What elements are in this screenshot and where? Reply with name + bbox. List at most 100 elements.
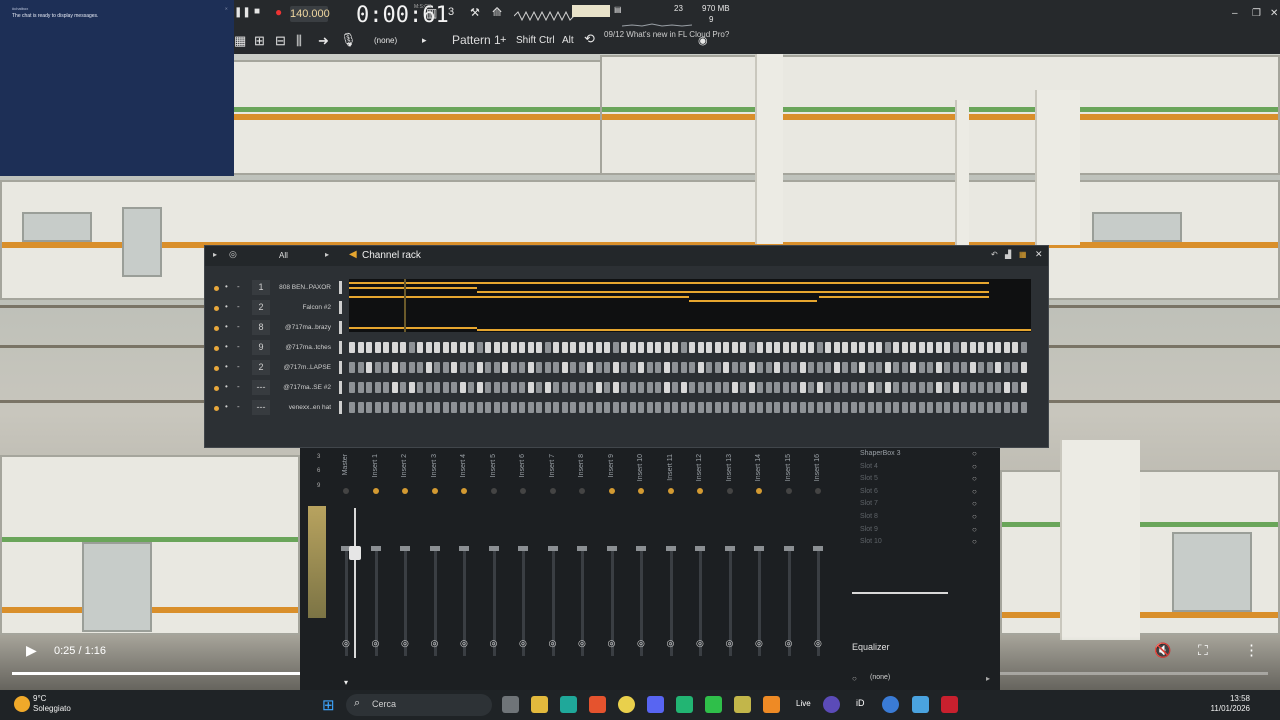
mixer-send-knob[interactable]: [785, 488, 792, 494]
step-button[interactable]: [672, 402, 678, 413]
step-button[interactable]: [663, 362, 670, 373]
channel-pan-icon[interactable]: •: [225, 382, 228, 391]
step-button[interactable]: [689, 342, 695, 353]
step-button[interactable]: [442, 362, 449, 373]
step-button[interactable]: [927, 402, 933, 413]
step-button[interactable]: [774, 402, 780, 413]
step-button[interactable]: [689, 362, 695, 373]
step-button[interactable]: [893, 382, 899, 393]
mixer-fader[interactable]: [547, 546, 558, 551]
channel-volume-icon[interactable]: -: [237, 402, 240, 411]
step-button[interactable]: [706, 342, 712, 353]
step-button[interactable]: [876, 362, 882, 373]
step-button[interactable]: [952, 402, 959, 413]
output-select[interactable]: (none): [870, 674, 890, 681]
step-button[interactable]: [791, 402, 797, 413]
step-button[interactable]: [459, 402, 466, 413]
mixer-effect-slot[interactable]: Slot 4: [860, 463, 878, 470]
mixer-send-knob[interactable]: [667, 488, 674, 494]
step-button[interactable]: [476, 382, 483, 393]
step-button[interactable]: [434, 342, 440, 353]
step-button[interactable]: [748, 382, 755, 393]
mixer-route-icon[interactable]: ◎: [431, 638, 439, 649]
step-button[interactable]: [544, 342, 551, 353]
step-button[interactable]: [536, 362, 542, 373]
mixer-send-knob[interactable]: [608, 488, 615, 494]
step-button[interactable]: [961, 362, 967, 373]
step-button[interactable]: [638, 382, 644, 393]
step-button[interactable]: [995, 402, 1001, 413]
channel-pan-icon[interactable]: •: [225, 342, 228, 351]
step-button[interactable]: [893, 402, 899, 413]
edge-icon[interactable]: [560, 696, 577, 713]
mixer-fader[interactable]: [400, 546, 410, 551]
step-button[interactable]: [493, 402, 500, 413]
slot-mix-knob-icon[interactable]: ○: [972, 512, 977, 521]
channel-mixer-track[interactable]: 2: [252, 300, 270, 315]
step-button[interactable]: [604, 342, 610, 353]
mixer-route-icon[interactable]: ◎: [460, 638, 468, 649]
step-button[interactable]: [374, 362, 381, 373]
channel-name[interactable]: @717ma..brazy: [277, 320, 331, 335]
step-button[interactable]: [502, 382, 508, 393]
step-button[interactable]: [689, 402, 695, 413]
mixer-send-knob[interactable]: [756, 488, 762, 494]
step-button[interactable]: [578, 342, 585, 353]
step-button[interactable]: [935, 382, 942, 393]
step-button[interactable]: [842, 402, 848, 413]
step-button[interactable]: [468, 342, 474, 353]
step-button[interactable]: [884, 362, 891, 373]
mixer-fader[interactable]: [783, 546, 794, 551]
step-button[interactable]: [408, 382, 415, 393]
step-button[interactable]: [383, 362, 389, 373]
step-button[interactable]: [1020, 402, 1027, 413]
channel-name[interactable]: @717ma..tches: [277, 340, 331, 355]
step-button[interactable]: [748, 342, 755, 353]
step-button[interactable]: [893, 362, 899, 373]
step-button[interactable]: [400, 362, 406, 373]
step-button[interactable]: [587, 342, 593, 353]
step-button[interactable]: [612, 362, 619, 373]
filter-arrow-icon[interactable]: ▸: [325, 250, 329, 259]
step-button[interactable]: [714, 382, 721, 393]
step-button[interactable]: [502, 402, 508, 413]
app-green-icon[interactable]: [676, 696, 693, 713]
step-button[interactable]: [969, 342, 976, 353]
mixer-send-knob[interactable]: [520, 488, 526, 494]
step-button[interactable]: [485, 362, 491, 373]
mixer-send-knob[interactable]: [726, 488, 733, 494]
step-button[interactable]: [918, 362, 925, 373]
tempo-display[interactable]: 140.000: [290, 6, 330, 22]
step-button[interactable]: [349, 362, 355, 373]
step-button[interactable]: [731, 362, 738, 373]
step-button[interactable]: [782, 382, 789, 393]
mixer-effect-slot[interactable]: Slot 7: [860, 500, 878, 507]
step-button[interactable]: [697, 362, 704, 373]
step-button[interactable]: [434, 382, 440, 393]
step-button[interactable]: [706, 382, 712, 393]
step-button[interactable]: [748, 402, 755, 413]
step-button[interactable]: [816, 362, 823, 373]
step-button[interactable]: [918, 342, 925, 353]
step-button[interactable]: [604, 362, 610, 373]
step-button[interactable]: [1020, 342, 1027, 353]
step-button[interactable]: [604, 402, 610, 413]
step-button[interactable]: [1012, 342, 1018, 353]
step-button[interactable]: [944, 382, 950, 393]
output-arrow-icon[interactable]: ▸: [986, 674, 990, 683]
playlist-icon[interactable]: ▦: [234, 33, 246, 49]
step-button[interactable]: [638, 342, 644, 353]
channel-mixer-track[interactable]: ---: [252, 380, 270, 395]
channel-led-icon[interactable]: [214, 386, 219, 391]
step-button[interactable]: [561, 342, 568, 353]
mixer-icon[interactable]: ⫼: [296, 33, 302, 49]
step-button[interactable]: [553, 382, 559, 393]
step-button[interactable]: [697, 382, 704, 393]
mixer-track-label[interactable]: Master: [342, 454, 349, 475]
step-button[interactable]: [655, 402, 661, 413]
chat-close-icon[interactable]: ✕: [225, 6, 228, 11]
step-button[interactable]: [553, 342, 559, 353]
step-button[interactable]: [714, 362, 721, 373]
step-button[interactable]: [927, 362, 933, 373]
step-button[interactable]: [459, 362, 466, 373]
